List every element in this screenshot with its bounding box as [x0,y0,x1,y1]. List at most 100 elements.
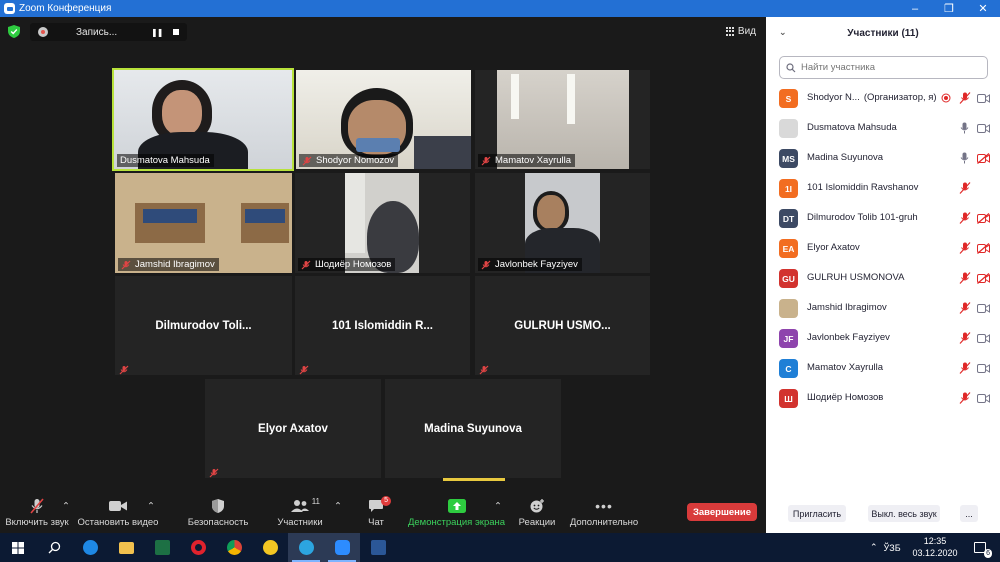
security-button[interactable]: Безопасность [188,495,248,533]
participant-role: (Организатор, я) [863,92,937,103]
panel-more-button[interactable]: ... [960,505,978,522]
video-off-icon [977,212,990,224]
notifications-button[interactable]: 6 [962,533,998,562]
participant-row[interactable]: DT Dilmurodov Tolib 101-gruh [766,203,1000,233]
system-clock[interactable]: 12:35 03.12.2020 [909,535,961,559]
input-language[interactable]: ЎЗБ [884,543,901,553]
video-tile[interactable]: Jamshid Ibragimov [115,173,292,273]
collapse-chevron-icon[interactable]: ⌄ [779,27,787,38]
chat-button[interactable]: 5 Чат [364,495,391,533]
taskbar-app[interactable] [252,533,288,562]
video-off-icon [977,242,990,254]
stop-video-button[interactable]: Остановить видео [78,495,158,533]
mic-icon[interactable] [958,122,971,134]
taskbar-zoom[interactable] [324,533,360,562]
close-button[interactable]: ✕ [966,0,1000,17]
stop-recording-button[interactable] [173,29,179,35]
muted-mic-icon[interactable] [958,362,971,374]
taskbar-search-button[interactable] [36,533,72,562]
muted-mic-icon[interactable] [958,332,971,344]
participant-row[interactable]: JF Javlonbek Fayziyev [766,323,1000,353]
unmute-button[interactable]: Включить звук [5,495,69,533]
video-options-chevron-icon[interactable]: ⌃ [147,501,155,512]
participant-row[interactable]: Jamshid Ibragimov [766,293,1000,323]
audio-options-chevron-icon[interactable]: ⌃ [62,501,70,512]
participants-panel: ⌄ Участники (11) S Shodyor N...(Организат… [766,17,1000,533]
more-button[interactable]: ••• Дополнительно [570,495,638,533]
recording-label: Запись... [76,26,118,38]
end-meeting-button[interactable]: Завершение [687,503,757,521]
muted-mic-icon[interactable] [958,302,971,314]
video-tile[interactable]: GULRUH USMO... [475,276,650,375]
participant-row[interactable]: Ш Шодиёр Номозов [766,383,1000,413]
video-tile[interactable]: Mamatov Xayrulla [475,70,650,169]
muted-mic-icon [121,260,131,270]
muted-mic-icon[interactable] [958,392,971,404]
muted-mic-icon[interactable] [958,182,971,194]
participant-search[interactable] [779,56,988,79]
video-tile[interactable]: 101 Islomiddin R... [295,276,470,375]
taskbar-file-explorer[interactable] [108,533,144,562]
participant-name: Mamatov Xayrulla [807,362,884,373]
mute-all-button[interactable]: Выкл. весь звук [868,505,940,522]
invite-button[interactable]: Пригласить [788,505,846,522]
start-button[interactable] [0,533,36,562]
participants-options-chevron-icon[interactable]: ⌃ [334,501,342,512]
participant-name: Elyor Axatov [807,242,860,253]
taskbar-edge[interactable] [72,533,108,562]
video-tile[interactable]: Dilmurodov Toli... [115,276,292,375]
participants-button[interactable]: 11 Участники [277,495,322,533]
tile-name: Shodyor Nomozov [299,154,399,167]
taskbar-chrome[interactable] [216,533,252,562]
video-tile[interactable]: Shodyor Nomozov [296,70,471,169]
minimize-button[interactable]: – [898,0,932,17]
recording-indicator: Запись... ❚❚ [30,23,187,41]
muted-mic-icon[interactable] [958,272,971,284]
tile-name: Dusmatova Mahsuda [117,154,214,167]
participant-row[interactable]: 1I 101 Islomiddin Ravshanov [766,173,1000,203]
participant-row[interactable]: S Shodyor N... (Организатор, я) [766,83,1000,113]
pause-recording-button[interactable]: ❚❚ [151,28,163,37]
video-tile[interactable]: Madina Suyunova [385,379,561,478]
video-tile[interactable]: Elyor Axatov [205,379,381,478]
muted-mic-icon[interactable] [958,242,971,254]
encryption-shield-icon[interactable] [8,25,20,38]
video-tile[interactable]: Шодиёр Номозов [295,173,470,273]
participant-name: Dilmurodov Tolib 101-gruh [807,212,918,223]
reaction-smiley-icon [530,499,544,513]
recording-icon [939,92,952,104]
video-camera-icon [977,122,990,134]
reactions-button[interactable]: Реакции [518,495,556,533]
muted-mic-icon[interactable] [958,92,971,104]
share-screen-button[interactable]: Демонстрация экрана [408,495,505,533]
more-dots-icon: ••• [595,498,613,514]
participant-row[interactable]: Dusmatova Mahsuda [766,113,1000,143]
taskbar-word[interactable] [360,533,396,562]
maximize-button[interactable]: ❐ [932,0,966,17]
tray-expand-chevron-icon[interactable]: ⌃ [870,542,878,553]
taskbar-opera[interactable] [180,533,216,562]
windows-logo-icon [12,541,24,554]
participant-row[interactable]: MS Madina Suyunova [766,143,1000,173]
search-input[interactable] [801,62,971,73]
participant-row[interactable]: С Mamatov Xayrulla [766,353,1000,383]
muted-mic-icon[interactable] [958,212,971,224]
video-tile[interactable]: Javlonbek Fayziyev [475,173,650,273]
muted-mic-icon [301,260,311,270]
view-button[interactable]: Вид [725,26,756,37]
muted-mic-icon [299,362,309,375]
video-camera-icon [977,92,990,104]
participant-row[interactable]: GU GULRUH USMONOVA [766,263,1000,293]
avatar [779,299,798,318]
mic-icon[interactable] [958,152,971,164]
taskbar-telegram[interactable] [288,533,324,562]
word-icon [370,540,386,555]
participant-row[interactable]: EA Elyor Axatov [766,233,1000,263]
video-tile[interactable]: Dusmatova Mahsuda [112,68,294,171]
video-camera-icon [977,302,990,314]
taskbar-excel[interactable] [144,533,180,562]
share-options-chevron-icon[interactable]: ⌃ [494,501,502,512]
avatar: JF [779,329,798,348]
zoom-app-icon [334,540,350,555]
video-camera-icon [977,182,990,194]
